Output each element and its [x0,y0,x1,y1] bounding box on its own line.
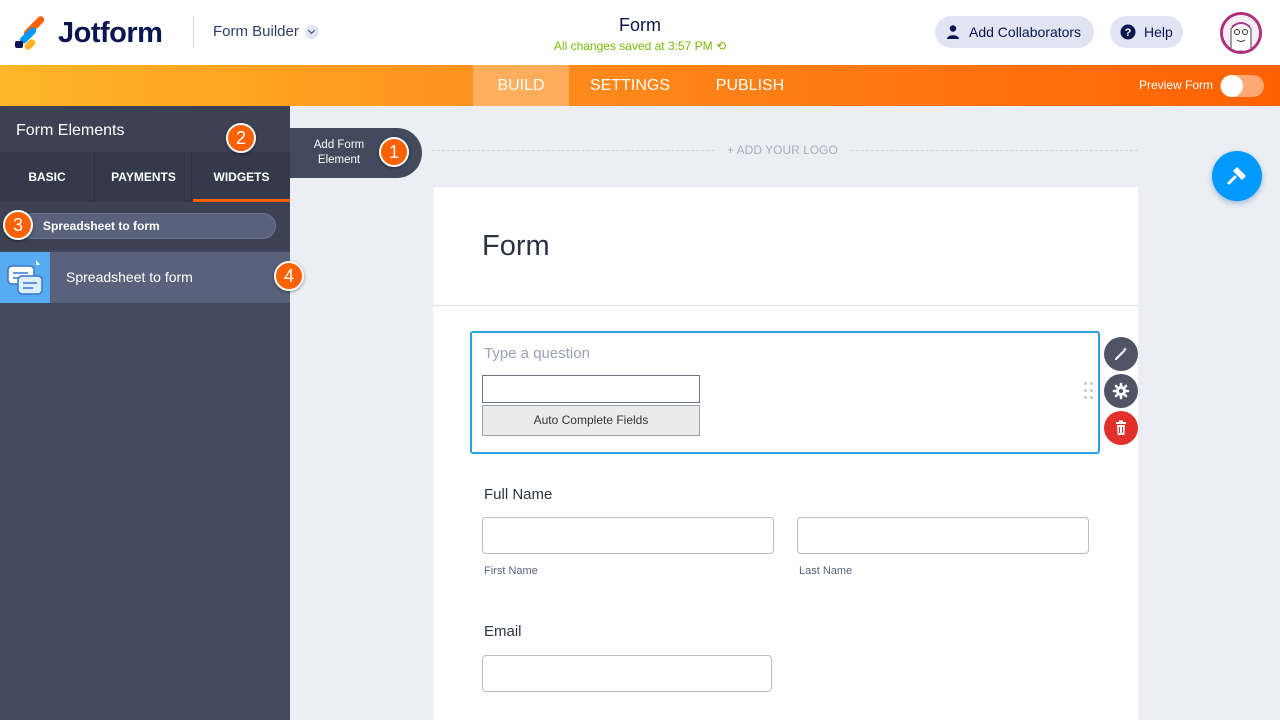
save-status: All changes saved at 3:57 PM ⟲ [530,39,750,53]
step-badge-4: 4 [274,261,304,291]
delete-button[interactable] [1104,411,1138,445]
form-elements-sidebar: Form Elements BASIC PAYMENTS WIDGETS Spr… [0,106,290,720]
form-title[interactable]: Form [540,15,740,36]
tab-settings[interactable]: SETTINGS [580,65,680,106]
widget-search-area: Spreadsheet to form [0,202,290,250]
builder-dropdown[interactable]: Form Builder [213,23,319,40]
widget-result-label: Spreadsheet to form [66,269,193,285]
magic-wand-icon [1115,347,1128,360]
add-collaborators-label: Add Collaborators [969,24,1082,40]
avatar-image [1223,15,1259,51]
last-name-input[interactable] [797,517,1089,554]
properties-button[interactable] [1104,374,1138,408]
help-button[interactable]: ? Help [1110,16,1183,48]
preview-form-label: Preview Form [1139,78,1214,92]
builder-nav-bar: BUILD SETTINGS PUBLISH Preview Form [0,65,1280,106]
form-designer-button[interactable] [1212,151,1262,201]
wand-button[interactable] [1104,337,1138,371]
selected-question-field[interactable]: Type a question Auto Complete Fields [470,331,1100,454]
refresh-icon: ⟲ [716,39,727,53]
tab-publish[interactable]: PUBLISH [705,65,795,106]
trash-icon [1116,420,1126,435]
preview-form-toggle[interactable] [1220,75,1264,97]
sidebar-title: Form Elements [16,122,125,139]
first-name-input[interactable] [482,517,774,554]
email-label[interactable]: Email [484,623,522,640]
widget-search-input[interactable]: Spreadsheet to form [20,213,276,239]
email-input[interactable] [482,655,772,692]
top-header: Jotform Form Builder Form All changes sa… [0,0,1280,65]
step-badge-1: 1 [379,137,409,167]
step-badge-3: 3 [3,210,33,240]
user-avatar[interactable] [1220,12,1262,54]
save-status-text: All changes saved at 3:57 PM [553,39,713,53]
builder-dropdown-label: Form Builder [213,23,299,40]
last-name-sublabel: Last Name [799,565,853,577]
sidebar-tabs: BASIC PAYMENTS WIDGETS [0,152,290,202]
tab-widgets[interactable]: WIDGETS [193,152,290,202]
header-divider [193,17,194,47]
first-name-sublabel: First Name [484,565,538,577]
jotform-logo-icon [15,14,46,51]
add-collaborators-button[interactable]: Add Collaborators [935,16,1094,48]
gear-icon [1112,382,1130,400]
svg-text:?: ? [1125,27,1132,39]
add-form-element-label: Add Form Element [308,138,370,168]
add-form-element-line2: Element [317,154,361,166]
auto-complete-button[interactable]: Auto Complete Fields [482,405,700,436]
help-label: Help [1144,24,1173,40]
widget-result-item[interactable]: Spreadsheet to form [0,252,290,303]
heading-separator [433,305,1138,306]
form-card: Form Type a question Auto Complete Field… [433,187,1138,720]
user-icon [947,25,959,39]
chevron-down-icon [304,24,319,39]
jotform-logo[interactable]: Jotform [15,14,163,51]
tab-build[interactable]: BUILD [473,65,569,106]
add-form-element-line1: Add Form [313,139,365,151]
step-badge-2: 2 [226,123,256,153]
paint-roller-icon [1227,167,1246,185]
spreadsheet-widget-icon [0,252,50,303]
full-name-label[interactable]: Full Name [484,486,552,503]
form-heading[interactable]: Form [482,230,550,263]
drag-handle-icon[interactable] [1084,382,1096,402]
question-placeholder[interactable]: Type a question [484,345,590,362]
question-input[interactable] [482,375,700,403]
brand-name: Jotform [58,17,163,49]
add-logo-link[interactable]: + ADD YOUR LOGO [715,143,850,157]
question-icon: ? [1120,24,1136,40]
tab-payments[interactable]: PAYMENTS [96,152,192,202]
tab-basic[interactable]: BASIC [0,152,95,202]
